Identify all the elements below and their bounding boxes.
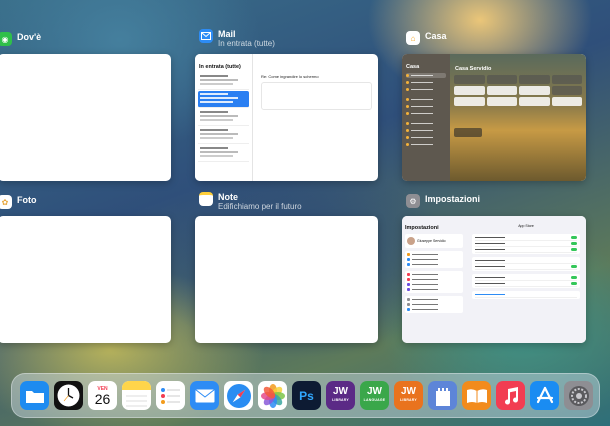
photos-icon: ✿ [0, 195, 12, 209]
mail-mailbox-list: In entrata (tutte) [195, 54, 253, 181]
mail-icon [199, 29, 213, 43]
settings-detail: App Store [466, 216, 586, 343]
app-title-mail[interactable]: Mail In entrata (tutte) [199, 29, 275, 49]
settings-profile[interactable]: Giuseppe Servidio [405, 234, 463, 248]
list-item[interactable] [198, 145, 249, 162]
window-note[interactable] [195, 216, 378, 343]
music-app-icon[interactable] [496, 381, 525, 410]
window-casa[interactable]: Casa Casa Servidio [402, 54, 586, 181]
casa-sidebar: Casa [402, 54, 450, 181]
avatar [407, 237, 415, 245]
reminders-app-icon[interactable] [156, 381, 185, 410]
gear-icon: ⚙ [406, 194, 420, 208]
clock-app-icon[interactable] [54, 381, 83, 410]
list-item[interactable] [198, 91, 249, 108]
settings-sidebar: Impostazioni Giuseppe Servidio [402, 216, 466, 343]
dock: VEN 26 Ps JW LIBRARY JW LANGUAGE JW LIBR… [11, 373, 600, 418]
list-item[interactable] [198, 73, 249, 90]
mail-message-body [261, 82, 372, 110]
app-title-casa[interactable]: ⌂ Casa [406, 31, 447, 45]
mail-mailbox-title: In entrata (tutte) [199, 64, 241, 70]
find-my-icon: ◉ [0, 32, 12, 46]
window-foto[interactable] [0, 216, 171, 343]
notes-icon [199, 192, 213, 206]
app-title-foto[interactable]: ✿ Foto [0, 195, 37, 209]
photos-app-icon[interactable] [258, 381, 287, 410]
window-impostazioni[interactable]: Impostazioni Giuseppe Servidio App Store [402, 216, 586, 343]
list-item[interactable] [198, 109, 249, 126]
settings-app-icon[interactable] [564, 381, 593, 410]
notes-app-icon[interactable] [122, 381, 151, 410]
app-store-app-icon[interactable] [530, 381, 559, 410]
jw-language-app-icon[interactable]: JW LANGUAGE [360, 381, 389, 410]
calendar-app-icon[interactable]: VEN 26 [88, 381, 117, 410]
mail-message-view: Re: Come ingrandire lo schermo [255, 54, 378, 181]
app-title-note[interactable]: Note Edifichiamo per il futuro [199, 192, 302, 212]
files-app-icon[interactable] [20, 381, 49, 410]
safari-app-icon[interactable] [224, 381, 253, 410]
jw-library-purple-app-icon[interactable]: JW LIBRARY [326, 381, 355, 410]
photoshop-app-icon[interactable]: Ps [292, 381, 321, 410]
casa-main: Casa Servidio [450, 54, 586, 181]
window-mail[interactable]: In entrata (tutte) Re: Come ingrandire l… [195, 54, 378, 181]
home-icon: ⌂ [406, 31, 420, 45]
list-item[interactable] [198, 127, 249, 144]
app-title-impostazioni[interactable]: ⚙ Impostazioni [406, 194, 480, 208]
castle-app-icon[interactable] [428, 381, 457, 410]
window-dove[interactable] [0, 54, 171, 181]
books-app-icon[interactable] [462, 381, 491, 410]
jw-library-orange-app-icon[interactable]: JW LIBRARY [394, 381, 423, 410]
app-title-dove[interactable]: ◉ Dov'è [0, 32, 41, 46]
mail-app-icon[interactable] [190, 381, 219, 410]
mail-subject: Re: Come ingrandire lo schermo [261, 74, 319, 79]
